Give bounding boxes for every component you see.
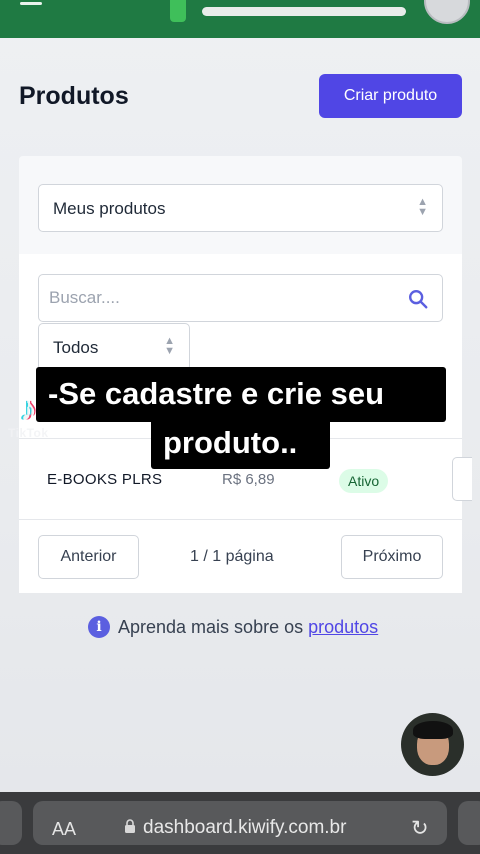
- status-badge: Ativo: [339, 469, 389, 493]
- learn-more: i Aprenda mais sobre os produtos: [88, 616, 378, 638]
- product-scope-select[interactable]: Meus produtos ▲ ▼: [38, 184, 443, 232]
- tiktok-note-icon: ♪: [20, 390, 37, 428]
- logo-icon: [170, 0, 186, 22]
- product-name: E-BOOKS PLRS: [47, 471, 163, 488]
- create-product-button[interactable]: Criar produto: [319, 74, 462, 118]
- learn-more-text: Aprenda mais sobre os: [118, 616, 304, 637]
- previous-page-button[interactable]: Anterior: [38, 535, 139, 579]
- products-link[interactable]: produtos: [308, 617, 378, 638]
- product-price: R$ 6,89: [222, 471, 275, 488]
- caption-line-1: -Se cadastre e crie seu: [36, 367, 446, 422]
- text-size-button[interactable]: AA: [52, 819, 76, 840]
- next-tab[interactable]: [458, 801, 480, 845]
- search-input[interactable]: [38, 274, 443, 322]
- menu-icon[interactable]: [20, 2, 42, 9]
- reload-icon[interactable]: ↻: [411, 816, 429, 841]
- row-action-button[interactable]: [452, 457, 472, 501]
- page-title: Produtos: [19, 82, 129, 110]
- status-filter-select[interactable]: Todos ▲ ▼: [38, 323, 190, 371]
- info-icon: i: [88, 616, 110, 638]
- chevron-updown-icon: ▲ ▼: [417, 196, 428, 218]
- user-avatar[interactable]: [424, 0, 470, 24]
- creator-avatar: [401, 713, 464, 776]
- next-page-button[interactable]: Próximo: [341, 535, 443, 579]
- tiktok-watermark-text: TikTok: [8, 426, 49, 440]
- product-scope-value: Meus produtos: [53, 199, 166, 218]
- page-indicator: 1 / 1 página: [190, 548, 274, 565]
- app-topbar: [0, 0, 480, 38]
- lock-icon: [125, 819, 135, 833]
- caption-line-2: produto..: [151, 419, 330, 469]
- status-filter-value: Todos: [53, 338, 99, 357]
- previous-tab[interactable]: [0, 801, 22, 845]
- chevron-updown-icon: ▲ ▼: [164, 335, 175, 357]
- url-text[interactable]: dashboard.kiwify.com.br: [143, 817, 346, 839]
- top-search-bar[interactable]: [202, 7, 406, 16]
- tiktok-watermark: ♪ TikTok: [8, 392, 64, 448]
- search-icon[interactable]: [407, 288, 429, 310]
